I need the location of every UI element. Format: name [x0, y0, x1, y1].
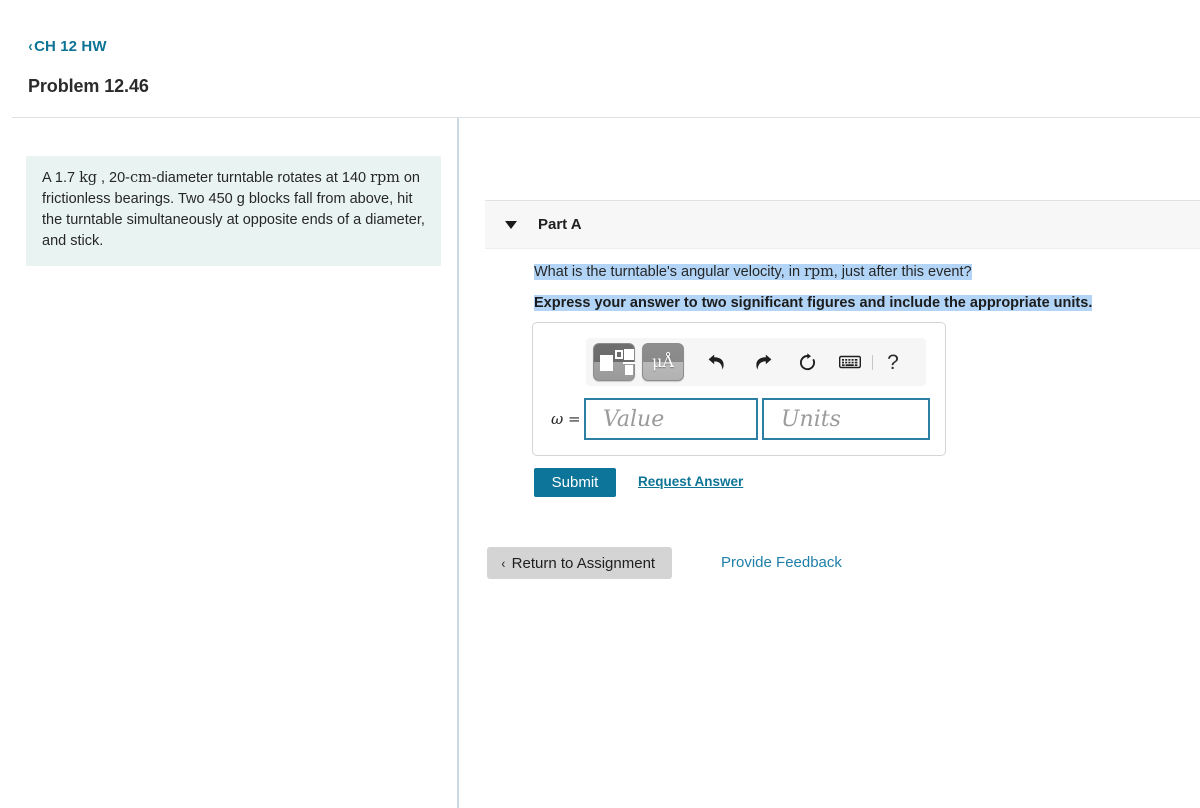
question-text: What is the turntable's angular velocity… — [534, 263, 972, 282]
units-button[interactable]: μÅ — [642, 343, 684, 381]
units-input[interactable] — [762, 398, 930, 440]
breadcrumb-label: CH 12 HW — [34, 38, 107, 55]
reset-icon[interactable] — [797, 352, 817, 372]
redo-icon[interactable] — [752, 354, 772, 371]
chevron-left-icon: ‹ — [28, 38, 33, 55]
template-fraction-numerator-icon — [624, 349, 634, 360]
breadcrumb-back-link[interactable]: ‹ CH 12 HW — [28, 38, 107, 55]
return-to-assignment-button[interactable]: ‹ Return to Assignment — [487, 547, 673, 579]
chevron-left-icon: ‹ — [501, 555, 506, 571]
problem-statement: A 1.7 kg , 20-cm-diameter turntable rota… — [26, 156, 441, 266]
template-small-square-icon — [615, 350, 623, 359]
template-fraction-bar-icon — [623, 362, 635, 364]
caret-down-icon[interactable] — [505, 220, 517, 229]
instruction-label: Express your answer to two significant f… — [534, 295, 1093, 311]
answer-input-row: ω = — [551, 398, 930, 440]
problem-text-3: -diameter turntable rotates at 140 — [151, 170, 371, 186]
math-template-button[interactable] — [593, 343, 635, 381]
request-answer-link[interactable]: Request Answer — [638, 474, 743, 489]
undo-icon[interactable] — [707, 354, 727, 371]
toolbar-separator — [872, 354, 873, 370]
template-square-icon — [600, 355, 613, 371]
return-to-assignment-label: Return to Assignment — [511, 554, 656, 572]
problem-text-1: A 1.7 — [42, 170, 80, 186]
answer-toolbar: μÅ ? — [586, 338, 926, 386]
variable-label: ω = — [551, 410, 581, 428]
value-input[interactable] — [584, 398, 758, 440]
problem-text-2: , 20- — [96, 170, 131, 186]
answer-entry-widget: μÅ ? ω = Value Units — [532, 322, 946, 456]
page-title: Problem 12.46 — [28, 76, 149, 96]
question-text-post: , just after this event? — [833, 264, 972, 280]
unit-cm: cm — [130, 170, 152, 186]
unit-kg: kg — [79, 170, 97, 186]
keyboard-icon[interactable] — [839, 355, 861, 369]
part-a-label: Part A — [538, 216, 582, 233]
part-a-header[interactable]: Part A — [485, 200, 1200, 249]
units-button-label: μÅ — [652, 352, 674, 371]
question-text-pre: What is the turntable's angular velocity… — [534, 264, 805, 280]
submit-button[interactable]: Submit — [534, 468, 616, 497]
header-divider — [12, 117, 1200, 118]
provide-feedback-link[interactable]: Provide Feedback — [721, 554, 842, 571]
template-fraction-denominator-icon — [625, 365, 633, 375]
pane-divider — [457, 118, 459, 808]
question-unit-rpm: rpm — [804, 264, 834, 280]
unit-rpm: rpm — [370, 170, 400, 186]
help-icon[interactable]: ? — [886, 352, 900, 373]
instruction-text: Express your answer to two significant f… — [534, 294, 1093, 313]
